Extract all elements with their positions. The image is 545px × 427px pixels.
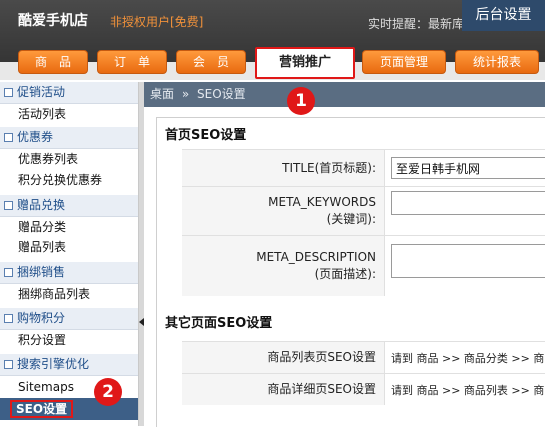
other-seo-title: 其它页面SEO设置	[165, 316, 273, 331]
sidebar-item-coupon-list[interactable]: 优惠券列表	[0, 149, 138, 169]
sidebar-section-coupons[interactable]: 优惠券	[0, 127, 138, 149]
section-toggle-icon	[4, 314, 13, 323]
section-toggle-icon	[4, 360, 13, 369]
section-toggle-icon	[4, 268, 13, 277]
seo-row-description: META_DESCRIPTION (页面描述):	[182, 235, 545, 296]
breadcrumb: 桌面 » SEO设置	[144, 82, 545, 107]
list-page-path-hint[interactable]: 请到 商品 >> 商品分类 >> 商	[391, 342, 544, 373]
sidebar-item-points-settings[interactable]: 积分设置	[0, 330, 138, 350]
field-label-title: TITLE(首页标题):	[282, 160, 376, 175]
field-cell-title	[384, 150, 545, 186]
tab-page-management[interactable]: 页面管理	[362, 50, 446, 74]
field-cell-description	[384, 236, 545, 296]
tab-orders[interactable]: 订 单	[97, 50, 167, 74]
row-label-list-page: 商品列表页SEO设置	[267, 350, 376, 364]
row-cell-list-page: 请到 商品 >> 商品分类 >> 商	[384, 342, 545, 373]
seo-row-keywords: META_KEYWORDS (关键词):	[182, 186, 545, 235]
license-status: 非授权用户[免费]	[110, 15, 204, 29]
field-label-description: META_DESCRIPTION (页面描述):	[256, 250, 376, 281]
annotation-marker-2: 2	[94, 378, 122, 406]
sidebar-item-activity-list[interactable]: 活动列表	[0, 104, 138, 124]
breadcrumb-home[interactable]: 桌面	[150, 87, 174, 101]
store-logo[interactable]: 酷爱手机店	[18, 10, 88, 30]
sidebar: 促销活动 活动列表 优惠券 优惠券列表 积分兑换优惠券 赠品兑换 赠品分类 赠品…	[0, 82, 139, 426]
meta-keywords-input[interactable]	[391, 191, 545, 215]
field-cell-keywords	[384, 187, 545, 235]
sidebar-item-points-coupon[interactable]: 积分兑换优惠券	[0, 170, 138, 190]
seo-row-list-page: 商品列表页SEO设置 请到 商品 >> 商品分类 >> 商	[182, 341, 545, 373]
seo-row-detail-page: 商品详细页SEO设置 请到 商品 >> 商品列表 >> 商	[182, 373, 545, 405]
breadcrumb-current: SEO设置	[197, 87, 246, 101]
title-input[interactable]	[391, 157, 545, 179]
main-content: 桌面 » SEO设置 首页SEO设置 TITLE(首页标题): META_KEY…	[144, 82, 545, 427]
meta-description-input[interactable]	[391, 244, 545, 278]
sidebar-section-bundles[interactable]: 捆绑销售	[0, 262, 138, 284]
tab-marketing[interactable]: 营销推广	[255, 47, 355, 79]
tab-products[interactable]: 商 品	[18, 50, 88, 74]
breadcrumb-separator-icon: »	[181, 87, 190, 101]
seo-panel: 首页SEO设置 TITLE(首页标题): META_KEYWORDS(关键词):…	[156, 117, 545, 427]
sidebar-section-promotions[interactable]: 促销活动	[0, 82, 138, 104]
section-toggle-icon	[4, 88, 13, 97]
annotation-marker-1: 1	[287, 87, 315, 115]
realtime-notice: 实时提醒：最新库	[368, 17, 465, 31]
row-label-detail-page: 商品详细页SEO设置	[267, 382, 376, 396]
sidebar-item-bundle-list[interactable]: 捆绑商品列表	[0, 284, 138, 304]
tab-statistics[interactable]: 统计报表	[455, 50, 539, 74]
sidebar-section-points[interactable]: 购物积分	[0, 308, 138, 330]
admin-settings-button[interactable]: 后台设置	[462, 0, 545, 31]
field-label-keywords: META_KEYWORDS (关键词):	[268, 195, 376, 226]
sidebar-item-gift-list[interactable]: 赠品列表	[0, 237, 138, 257]
sidebar-section-seo[interactable]: 搜索引擎优化	[0, 354, 138, 376]
sidebar-section-gifts[interactable]: 赠品兑换	[0, 195, 138, 217]
tab-members[interactable]: 会 员	[176, 50, 246, 74]
seo-row-title: TITLE(首页标题):	[182, 149, 545, 186]
section-toggle-icon	[4, 133, 13, 142]
row-cell-detail-page: 请到 商品 >> 商品列表 >> 商	[384, 374, 545, 405]
homepage-seo-title: 首页SEO设置	[165, 128, 247, 143]
section-toggle-icon	[4, 201, 13, 210]
detail-page-path-hint[interactable]: 请到 商品 >> 商品列表 >> 商	[391, 374, 544, 405]
sidebar-item-gift-category[interactable]: 赠品分类	[0, 217, 138, 237]
